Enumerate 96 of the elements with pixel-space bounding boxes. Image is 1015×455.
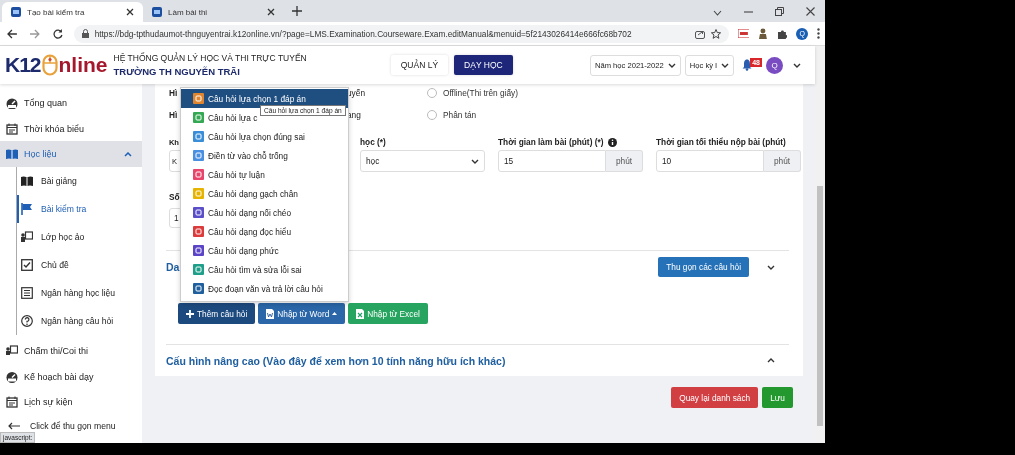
book-icon bbox=[6, 148, 18, 161]
arrow-left-icon bbox=[8, 422, 20, 431]
nav-button[interactable]: DẠY HỌC bbox=[454, 55, 513, 75]
address-bar[interactable]: https://bdg-tpthudaumot-thnguyentrai.k12online.vn/?page=LMS.Examination.Courseware.Exam.editManual&menuid=5f2143026414e666fc68b702 bbox=[73, 24, 729, 43]
logo-text: K12 bbox=[5, 53, 41, 77]
field-label: Hì bbox=[169, 110, 178, 120]
menu-icon[interactable] bbox=[817, 28, 821, 39]
chevron-down-icon[interactable] bbox=[767, 264, 775, 270]
forward-icon[interactable] bbox=[29, 28, 40, 39]
browser-tab[interactable]: Làm bài thi bbox=[143, 2, 284, 22]
book-icon bbox=[21, 175, 33, 188]
sidebar-item[interactable]: Bài kiểm tra bbox=[17, 195, 142, 224]
nav-button[interactable]: QUẢN LÝ bbox=[390, 55, 449, 75]
field-label: Số bbox=[169, 192, 180, 204]
option-label: uyến bbox=[347, 87, 366, 98]
school-name: TRƯỜNG TH NGUYỄN TRÃI bbox=[113, 66, 241, 77]
sidebar-item[interactable]: Học liệu bbox=[0, 141, 142, 168]
menu-item[interactable]: Câu hỏi dạng đọc hiểu bbox=[181, 222, 348, 241]
menu-item[interactable]: Câu hỏi dạng gạch chân bbox=[181, 184, 348, 203]
field-label: Hì bbox=[169, 87, 178, 98]
favicon-icon bbox=[11, 7, 21, 17]
chevron-down-icon bbox=[471, 158, 479, 164]
field-label: Thời gian làm bài (phút) (*) bbox=[498, 137, 604, 147]
calendar-icon bbox=[6, 396, 18, 409]
menu-item[interactable]: Câu hỏi dạng phức bbox=[181, 241, 348, 260]
back-to-list-button[interactable]: Quay lại danh sách bbox=[671, 387, 759, 408]
sidebar-item[interactable]: Lớp học ảo bbox=[17, 223, 142, 252]
collapse-questions-button[interactable]: Thu gọn các câu hỏi bbox=[658, 257, 749, 277]
presentation-icon bbox=[21, 231, 33, 244]
star-icon[interactable] bbox=[710, 28, 721, 39]
lock-icon bbox=[81, 29, 89, 38]
select-field[interactable]: học bbox=[360, 150, 485, 172]
unit-label: phút bbox=[764, 150, 801, 172]
extension-icon[interactable] bbox=[737, 29, 750, 38]
sidebar-item[interactable]: Chủ đề bbox=[17, 251, 142, 280]
user-avatar[interactable]: Q bbox=[766, 56, 783, 74]
calendar-icon bbox=[6, 122, 18, 135]
menu-item[interactable]: Câu hỏi dạng nối chéo bbox=[181, 203, 348, 222]
menu-item[interactable]: Câu hỏi tìm và sửa lỗi sai bbox=[181, 260, 348, 279]
spreadsheet-icon bbox=[356, 308, 365, 319]
section-title: Da bbox=[166, 261, 180, 273]
back-icon[interactable] bbox=[7, 28, 17, 39]
chevron-down-icon[interactable] bbox=[793, 62, 801, 68]
input-field[interactable]: 15 bbox=[498, 150, 606, 172]
field-label: Thời gian tối thiểu nộp bài (phút) bbox=[656, 137, 786, 147]
caret-up-icon bbox=[332, 312, 338, 315]
sidebar-item[interactable]: Ngân hàng học liệu bbox=[17, 279, 142, 308]
bell-icon[interactable] bbox=[742, 59, 753, 71]
puzzle-icon[interactable] bbox=[777, 28, 788, 39]
close-icon[interactable] bbox=[806, 7, 815, 16]
new-tab-icon[interactable] bbox=[292, 6, 302, 16]
plus-icon bbox=[186, 309, 194, 318]
list-icon bbox=[21, 287, 33, 300]
close-icon[interactable] bbox=[126, 8, 134, 16]
favicon-icon bbox=[152, 7, 162, 17]
sidebar-item[interactable]: Ngân hàng câu hỏi bbox=[17, 307, 142, 336]
question-icon bbox=[21, 315, 33, 328]
gauge-icon bbox=[6, 370, 18, 383]
chevron-down-icon bbox=[667, 62, 676, 68]
scroll-bar[interactable] bbox=[815, 46, 825, 443]
flag-icon bbox=[21, 203, 33, 216]
add-question-button[interactable]: Thêm câu hỏi bbox=[178, 303, 256, 324]
share-icon[interactable] bbox=[694, 28, 705, 39]
presentation-icon bbox=[6, 344, 18, 357]
chevron-down-icon bbox=[721, 62, 730, 68]
field-label: học (*) bbox=[360, 137, 386, 147]
import-word-button[interactable]: Nhập từ Word bbox=[258, 303, 346, 324]
menu-item[interactable]: Câu hỏi lựa chọn đúng sai bbox=[181, 127, 348, 146]
sidebar-item[interactable]: Bài giảng bbox=[17, 167, 142, 196]
gauge-icon bbox=[6, 96, 18, 109]
mouse-icon bbox=[41, 54, 58, 76]
checkbox-icon bbox=[21, 259, 33, 272]
browser-tab[interactable]: Tạo bài kiểm tra bbox=[2, 2, 143, 22]
document-icon bbox=[266, 308, 275, 319]
menu-item[interactable]: Câu hỏi tự luận bbox=[181, 165, 348, 184]
radio-option[interactable]: Offline(Thi trên giấy) bbox=[427, 87, 518, 98]
section-title[interactable]: Cấu hình nâng cao (Vào đây để xem hơn 10 tính năng hữu ích khác) bbox=[166, 354, 506, 367]
sidebar-item[interactable]: Lịch sự kiện bbox=[0, 389, 142, 416]
radio-option[interactable]: Phân tán bbox=[427, 110, 477, 120]
sidebar-item[interactable]: Chấm thi/Coi thi bbox=[0, 338, 142, 364]
sidebar-item[interactable]: Tổng quan bbox=[0, 90, 142, 116]
chevron-down-icon[interactable] bbox=[713, 10, 722, 16]
menu-item[interactable]: Điền từ vào chỗ trống bbox=[181, 146, 348, 165]
figure-icon[interactable] bbox=[758, 28, 769, 39]
menu-item[interactable]: Đọc đoạn văn và trả lời câu hỏi bbox=[181, 279, 348, 298]
close-icon[interactable] bbox=[267, 8, 275, 16]
input-field[interactable]: 10 bbox=[656, 150, 764, 172]
reload-icon[interactable] bbox=[52, 28, 63, 39]
logo-text: nline bbox=[58, 53, 108, 77]
unit-label: phút bbox=[606, 150, 643, 172]
save-button[interactable]: Lưu bbox=[762, 387, 793, 408]
sidebar-item[interactable]: Kế hoạch bài dạy bbox=[0, 363, 142, 390]
restore-icon[interactable] bbox=[775, 7, 784, 16]
sidebar-item[interactable]: Thời khóa biểu bbox=[0, 115, 142, 142]
system-name: HỆ THỐNG QUẢN LÝ HỌC VÀ THI TRỰC TUYẾN bbox=[113, 53, 307, 63]
chevron-up-icon[interactable] bbox=[767, 358, 775, 363]
